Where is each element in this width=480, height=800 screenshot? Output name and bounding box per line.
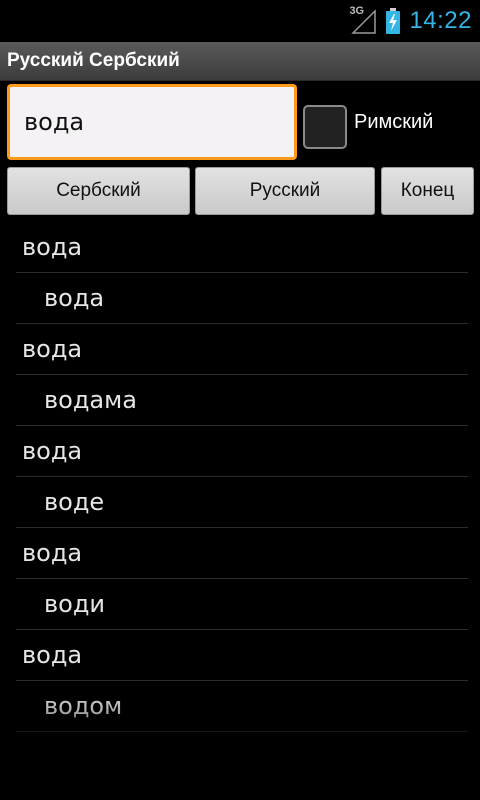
result-term[interactable]: вода <box>16 528 468 579</box>
app-title-bar: Русский Сербский <box>0 42 480 81</box>
result-term[interactable]: вода <box>16 426 468 477</box>
result-translation[interactable]: водама <box>16 375 468 426</box>
roman-checkbox[interactable] <box>303 105 347 149</box>
result-term[interactable]: вода <box>16 324 468 375</box>
roman-checkbox-label[interactable]: Римский <box>354 111 433 134</box>
russian-button[interactable]: Русский <box>195 167 375 215</box>
result-translation[interactable]: вода <box>16 273 468 324</box>
clock: 14:22 <box>409 7 472 34</box>
end-button[interactable]: Конец <box>381 167 474 215</box>
result-translation[interactable]: водом <box>16 681 468 732</box>
search-input[interactable] <box>7 84 297 160</box>
results-list[interactable]: вода вода вода водама вода воде вода вод… <box>16 222 468 800</box>
result-term[interactable]: вода <box>16 630 468 681</box>
result-term[interactable]: вода <box>16 222 468 273</box>
serbian-button[interactable]: Сербский <box>7 167 190 215</box>
result-translation[interactable]: води <box>16 579 468 630</box>
status-bar: 3G 14:22 <box>0 0 480 42</box>
battery-charging-icon <box>385 7 401 35</box>
status-icons: 3G 14:22 <box>349 0 472 42</box>
result-translation[interactable]: воде <box>16 477 468 528</box>
app-title: Русский Сербский <box>7 50 180 71</box>
network-signal-icon: 3G <box>349 5 377 35</box>
